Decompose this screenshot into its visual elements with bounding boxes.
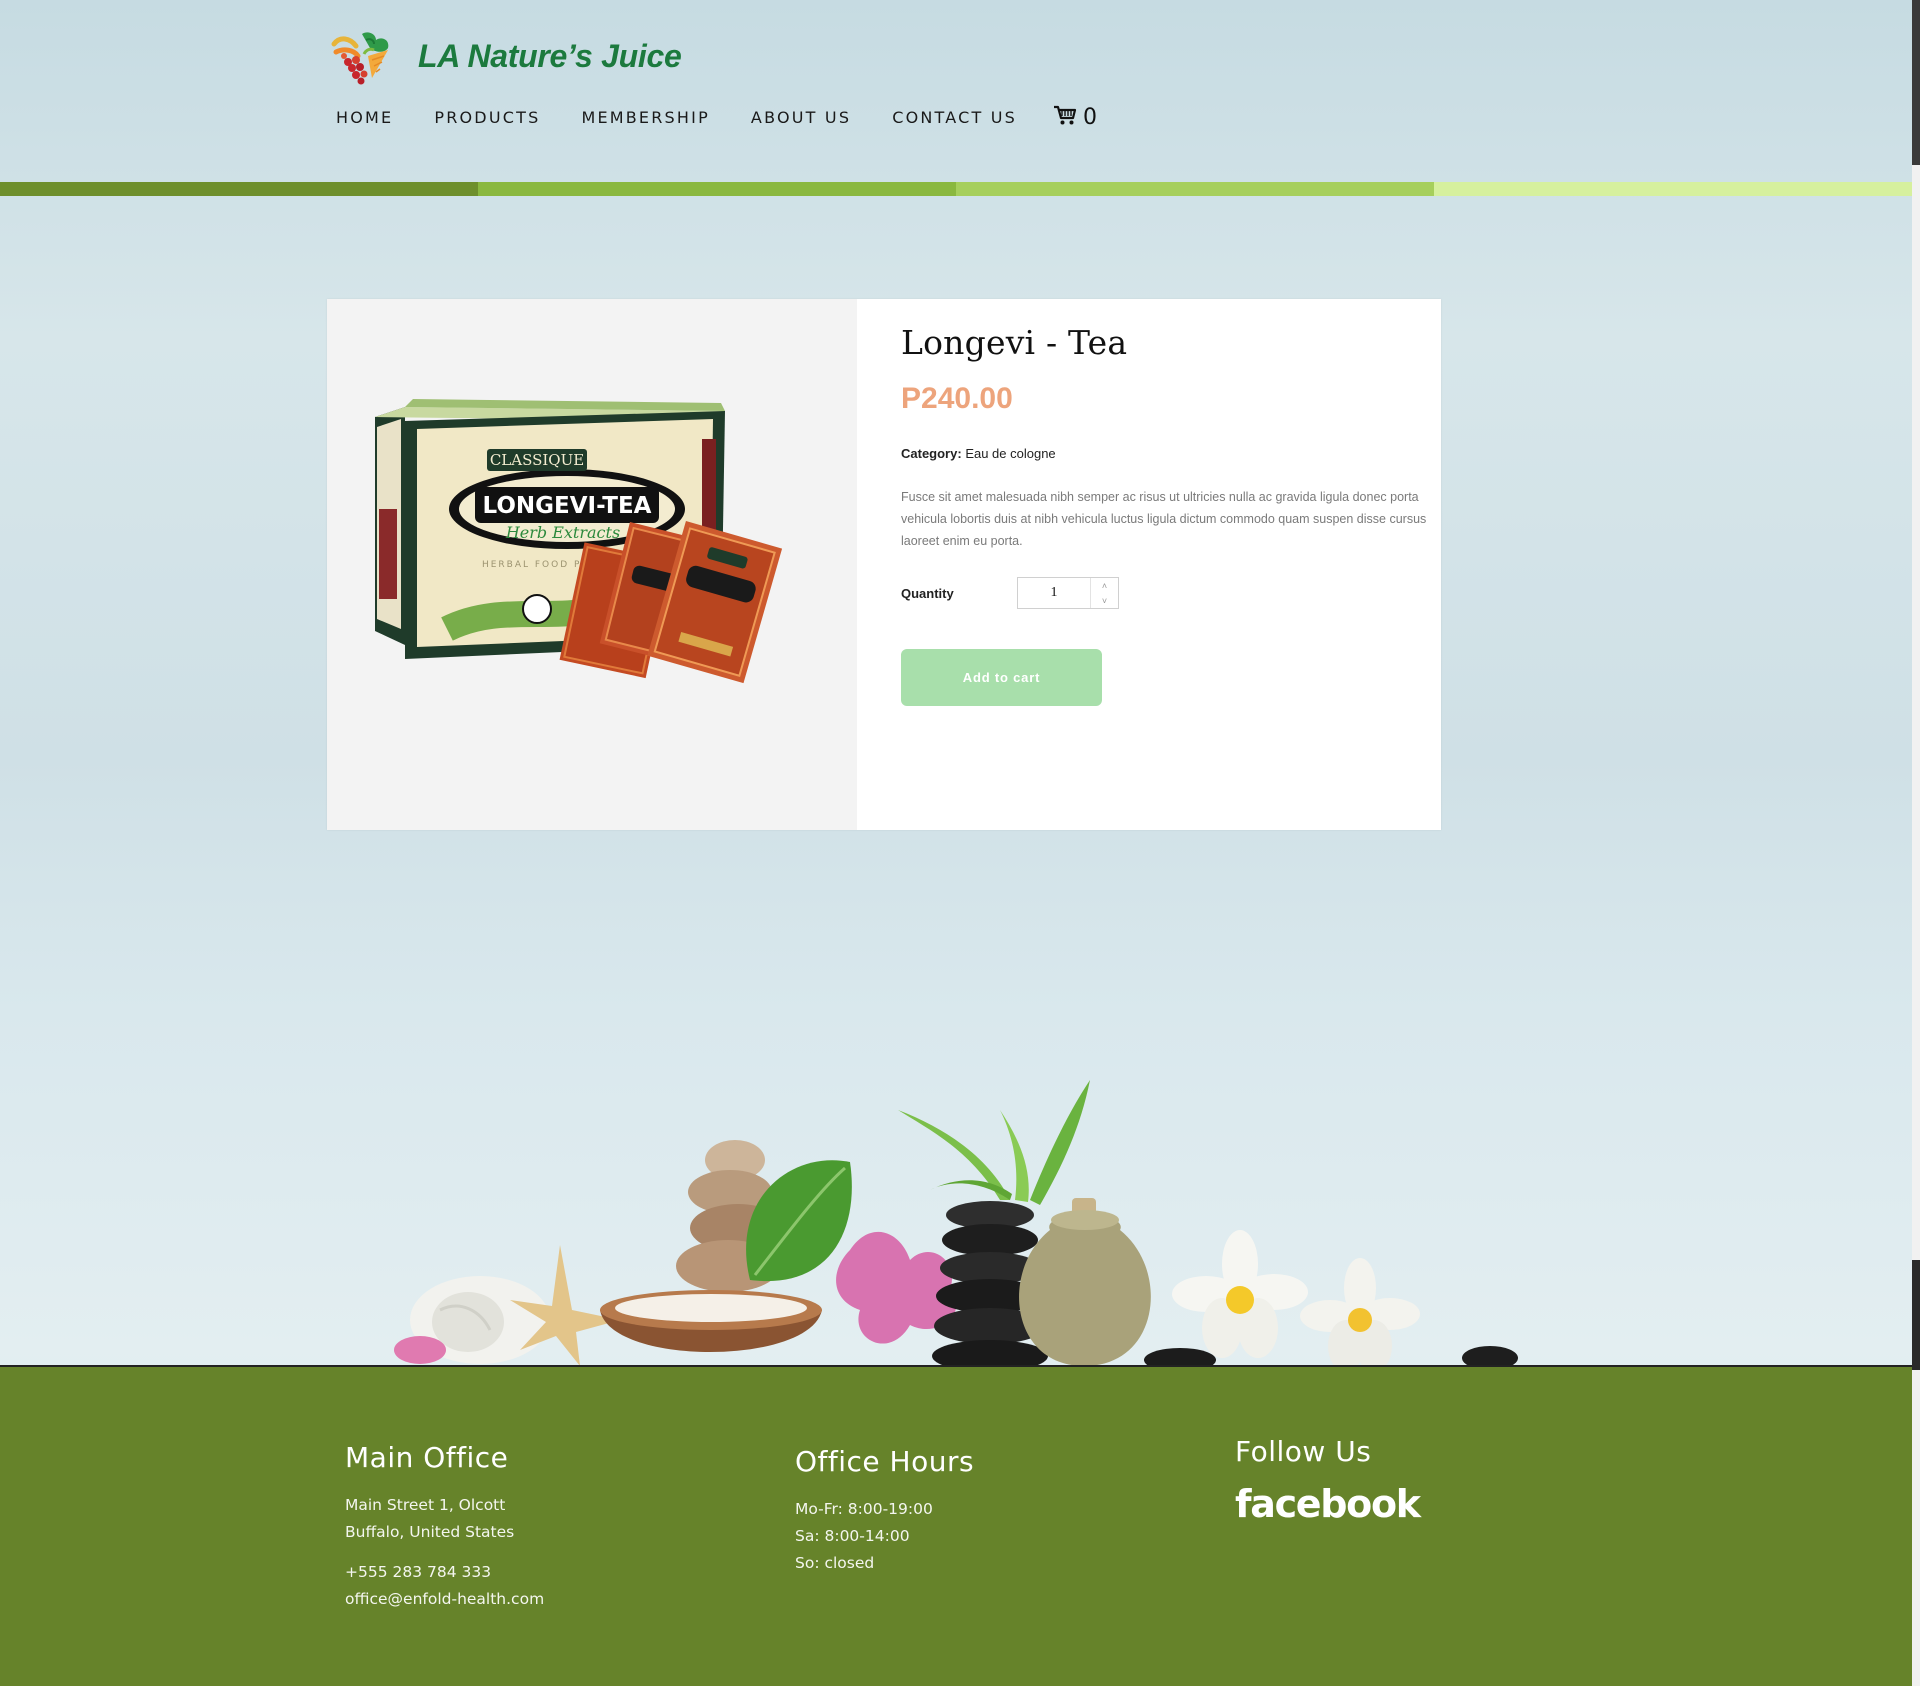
product-card: CLASSIQUE LONGEVI-TEA Herb Extracts HERB… — [327, 299, 1441, 830]
nav-contact-us[interactable]: CONTACT US — [892, 108, 1017, 127]
brand-name: LA Nature’s Juice — [418, 37, 682, 74]
office-hours-heading: Office Hours — [795, 1445, 975, 1478]
nav-products[interactable]: PRODUCTS — [434, 108, 540, 127]
address-line-2: Buffalo, United States — [345, 1523, 515, 1541]
chevron-down-icon[interactable]: ˅ — [1091, 593, 1118, 608]
site-footer: Main Office Main Street 1, Olcott Buffal… — [0, 1365, 1912, 1686]
scrollbar-thumb-secondary[interactable] — [1912, 1260, 1920, 1370]
product-info: Longevi - Tea P240.00 Category: Eau de c… — [901, 323, 1431, 706]
header-color-stripe — [0, 182, 1912, 196]
product-image-brand-text: CLASSIQUE — [490, 451, 584, 469]
footer-follow-us: Follow Us facebook — [1235, 1435, 1421, 1526]
quantity-stepper: ˄ ˅ — [1017, 577, 1119, 609]
address-line-1: Main Street 1, Olcott — [345, 1496, 506, 1514]
product-price: P240.00 — [901, 382, 1013, 415]
nav-about-us[interactable]: ABOUT US — [751, 108, 851, 127]
cart-button[interactable]: 0 — [1053, 104, 1097, 131]
page-scrollbar[interactable] — [1912, 0, 1920, 1686]
main-office-heading: Main Office — [345, 1441, 509, 1474]
cart-count: 0 — [1083, 105, 1098, 130]
add-to-cart-button[interactable]: Add to cart — [901, 649, 1102, 706]
brand-logo[interactable]: LA Nature’s Juice — [326, 26, 682, 86]
email-link[interactable]: office@enfold-health.com — [345, 1586, 544, 1613]
cart-icon — [1053, 104, 1077, 131]
product-category: Category: Eau de cologne — [901, 446, 1431, 461]
quantity-row: Quantity ˄ ˅ — [901, 577, 1431, 609]
product-image-subtitle-text: Herb Extracts — [505, 523, 620, 542]
quantity-stepper-arrows: ˄ ˅ — [1090, 578, 1118, 608]
phone-number[interactable]: +555 283 784 333 — [345, 1559, 544, 1586]
fruit-heart-logo-icon — [326, 26, 396, 86]
scrollbar-thumb[interactable] — [1912, 0, 1920, 165]
hours-line-2: Sa: 8:00-14:00 — [795, 1527, 910, 1545]
hours-line-1: Mo-Fr: 8:00-19:00 — [795, 1500, 933, 1518]
nav-home[interactable]: HOME — [336, 108, 393, 127]
stripe-segment-1 — [0, 182, 478, 196]
stripe-segment-3 — [956, 182, 1434, 196]
quantity-input[interactable] — [1018, 578, 1090, 608]
facebook-link[interactable]: facebook — [1235, 1482, 1421, 1526]
quantity-label: Quantity — [901, 585, 954, 601]
category-link[interactable]: Eau de cologne — [965, 446, 1055, 461]
footer-main-office: Main Office Main Street 1, Olcott Buffal… — [345, 1441, 544, 1613]
follow-us-heading: Follow Us — [1235, 1435, 1372, 1468]
stripe-segment-4 — [1434, 182, 1912, 196]
stripe-segment-2 — [478, 182, 956, 196]
category-label: Category: — [901, 446, 962, 461]
page: LA Nature’s Juice HOME PRODUCTS MEMBERSH… — [0, 0, 1920, 1686]
product-description: Fusce sit amet malesuada nibh semper ac … — [901, 490, 1427, 548]
chevron-up-icon[interactable]: ˄ — [1091, 578, 1118, 593]
nav-membership[interactable]: MEMBERSHIP — [581, 108, 709, 127]
site-header: LA Nature’s Juice HOME PRODUCTS MEMBERSH… — [0, 0, 1912, 180]
product-title: Longevi - Tea — [901, 323, 1128, 362]
product-image[interactable]: CLASSIQUE LONGEVI-TEA Herb Extracts HERB… — [327, 299, 857, 830]
spa-decoration-image — [350, 1070, 1550, 1372]
product-image-name-text: LONGEVI-TEA — [483, 493, 652, 519]
main-nav: HOME PRODUCTS MEMBERSHIP ABOUT US CONTAC… — [336, 104, 1097, 131]
footer-office-hours: Office Hours Mo-Fr: 8:00-19:00 Sa: 8:00-… — [795, 1445, 974, 1577]
hours-line-3: So: closed — [795, 1554, 875, 1572]
